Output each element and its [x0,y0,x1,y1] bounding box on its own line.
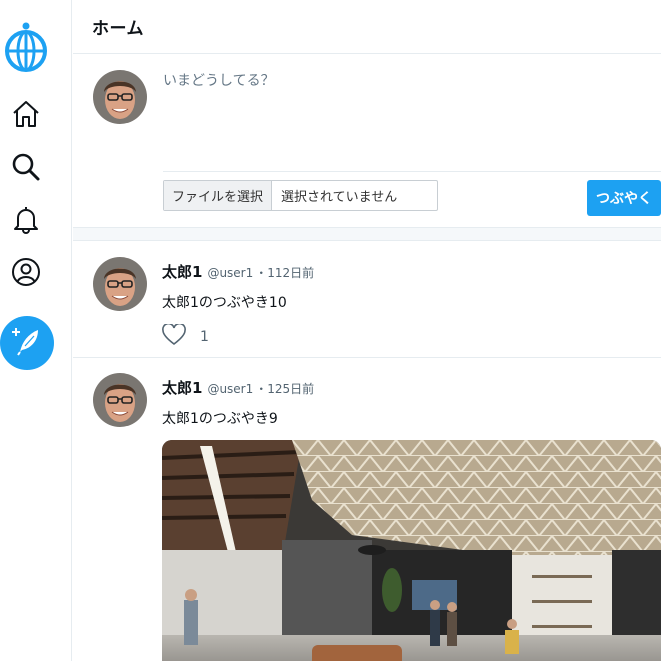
tweet-composer: ファイルを選択 選択されていません つぶやく [73,55,661,227]
feather-plus-icon [10,324,44,362]
nav-notifications[interactable] [0,197,52,241]
composer-divider [163,171,661,172]
avatar[interactable] [93,373,147,427]
file-input[interactable]: ファイルを選択 選択されていません [163,180,438,211]
bell-icon [11,204,41,234]
tweet-card[interactable]: 太郎1 @user1 ・112日前 太郎1のつぶやき10 1 [73,242,661,358]
file-status-text: 選択されていません [281,190,398,205]
tweet-time: ・112日前 [255,266,315,280]
tweet-header: 太郎1 @user1 ・112日前 [162,261,314,282]
submit-tweet-button[interactable]: つぶやく [587,180,661,216]
file-select-button[interactable]: ファイルを選択 [164,181,273,210]
user-name[interactable]: 太郎1 [162,377,202,398]
search-icon [11,152,41,182]
tweet-text: 太郎1のつぶやき10 [162,295,287,311]
tweet-time: ・125日前 [255,382,315,396]
like-count: 1 [200,329,209,345]
home-icon [11,99,41,129]
avatar[interactable] [93,257,147,311]
user-handle: @user1 [207,382,254,396]
page-header: ホーム [73,0,661,54]
avatar[interactable] [93,70,147,124]
like-button[interactable]: 1 [162,322,209,350]
nav-home[interactable] [0,92,52,136]
nav-search[interactable] [0,145,52,189]
main-column: ホーム ファイルを選択 選択されていません つぶやく [73,0,661,661]
compose-tweet-button[interactable] [0,316,54,370]
nav-profile[interactable] [0,250,52,294]
user-name[interactable]: 太郎1 [162,261,202,282]
heart-icon [162,322,186,350]
tweet-card[interactable]: 太郎1 @user1 ・125日前 太郎1のつぶやき9 [73,358,661,661]
tweet-text: 太郎1のつぶやき9 [162,411,278,427]
user-circle-icon [11,257,41,287]
sidebar [0,0,72,661]
user-handle: @user1 [207,266,254,280]
tweet-image[interactable] [162,440,661,661]
tweet-textarea[interactable] [163,70,643,170]
page-title: ホーム [92,19,144,39]
section-divider [73,227,661,241]
globe-icon[interactable] [3,20,49,72]
tweet-header: 太郎1 @user1 ・125日前 [162,377,314,398]
